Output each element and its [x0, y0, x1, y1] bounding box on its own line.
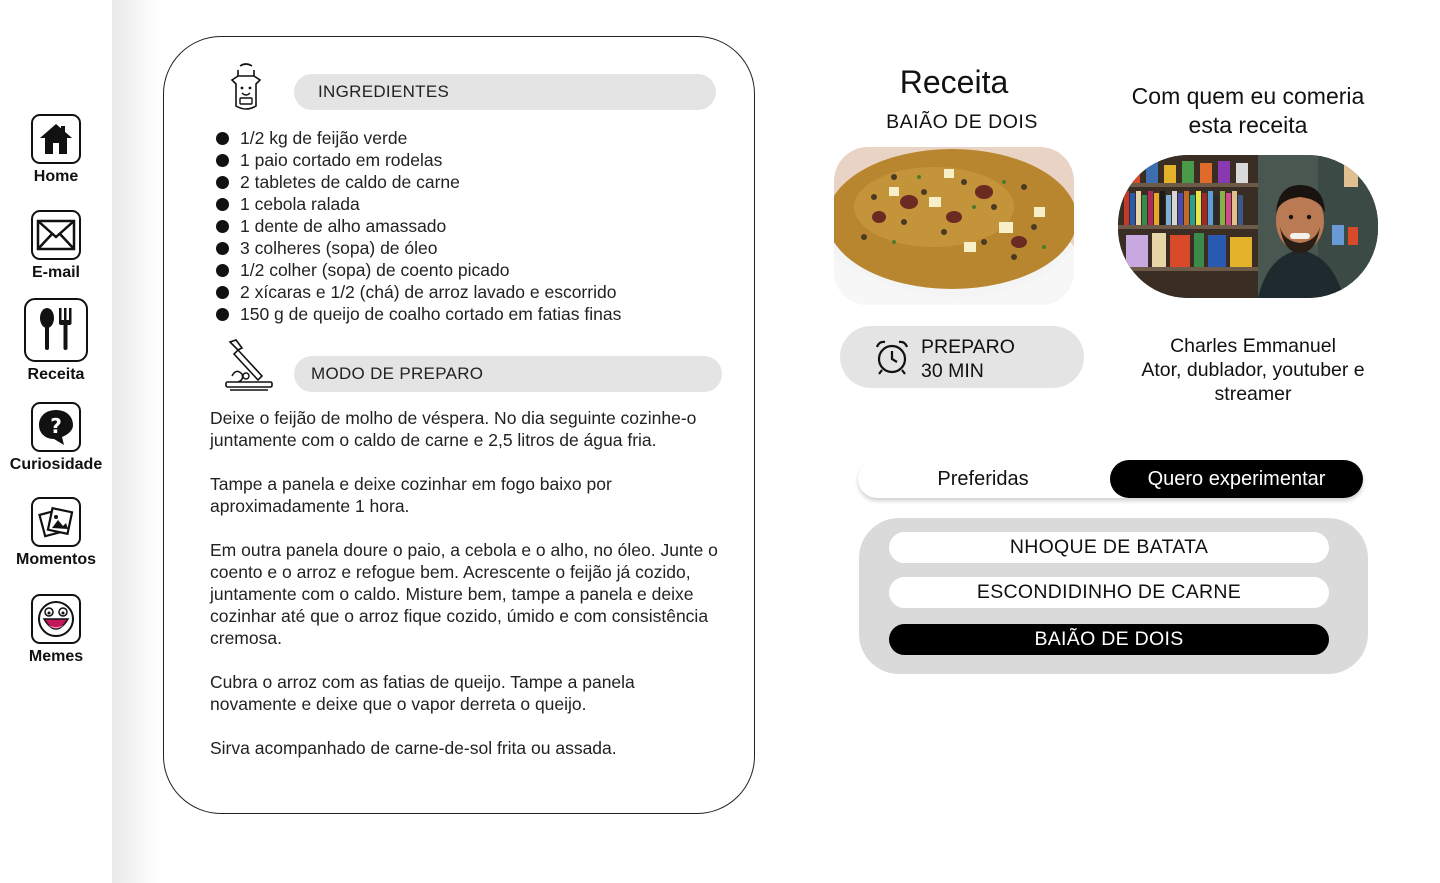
- knife-cutting-board-icon: [222, 338, 274, 397]
- recipe-title: Receita: [899, 64, 1009, 100]
- wishlist-item[interactable]: NHOQUE DE BATATA: [889, 532, 1329, 563]
- home-icon: [31, 114, 81, 164]
- nav-memes[interactable]: Memes: [0, 594, 112, 666]
- method-paragraph: Deixe o feijão de molho de véspera. No d…: [210, 408, 697, 450]
- method-header: MODO DE PREPARO: [294, 356, 722, 392]
- prep-time-text: PREPARO 30 MIN: [921, 335, 1015, 383]
- sidebar-shadow: [112, 0, 158, 883]
- nav-home-label: Home: [33, 168, 79, 185]
- ingredients-list: 1/2 kg de feijão verde 1 paio cortado em…: [216, 127, 621, 325]
- person-info: Charles Emmanuel Ator, dublador, youtube…: [1118, 334, 1388, 406]
- envelope-icon: [31, 210, 81, 260]
- nav-email-label: E-mail: [31, 264, 80, 281]
- list-item: 1 cebola ralada: [216, 193, 621, 215]
- person-name: Charles Emmanuel: [1170, 335, 1336, 357]
- food-image: [834, 147, 1074, 305]
- nav-memes-label: Memes: [28, 648, 84, 665]
- list-item: 1/2 kg de feijão verde: [216, 127, 621, 149]
- nav-curiosidade[interactable]: ? Curiosidade: [0, 402, 112, 474]
- list-item: 1 dente de alho amassado: [216, 215, 621, 237]
- nav-momentos-label: Momentos: [16, 551, 96, 568]
- recipe-name: BAIÃO DE DOIS: [886, 111, 1038, 133]
- sidebar: Home E-mail Receita ? Curiosidade Moment…: [0, 0, 112, 883]
- ingredients-header: INGREDIENTES: [294, 74, 716, 110]
- person-description: Ator, dublador, youtuber e streamer: [1141, 359, 1365, 405]
- tab-quero-experimentar[interactable]: Quero experimentar: [1110, 460, 1363, 498]
- method-text: Deixe o feijão de molho de véspera. No d…: [210, 407, 722, 781]
- nav-receita-label: Receita: [27, 366, 85, 383]
- method-paragraph: Cubra o arroz com as fatias de queijo. T…: [210, 672, 635, 714]
- photos-icon: [31, 497, 81, 547]
- prep-label: PREPARO: [921, 336, 1015, 358]
- svg-text:?: ?: [50, 414, 62, 438]
- alarm-clock-icon: [873, 338, 911, 381]
- list-item: 150 g de queijo de coalho cortado em fat…: [216, 303, 621, 325]
- chef-apron-icon: [222, 62, 270, 117]
- wishlist-item-selected[interactable]: BAIÃO DE DOIS: [889, 624, 1329, 655]
- nav-home[interactable]: Home: [0, 114, 112, 186]
- list-item: 2 xícaras e 1/2 (chá) de arroz lavado e …: [216, 281, 621, 303]
- method-paragraph: Em outra panela doure o paio, a cebola e…: [210, 540, 718, 648]
- list-item: 2 tabletes de caldo de carne: [216, 171, 621, 193]
- method-paragraph: Tampe a panela e deixe cozinhar em fogo …: [210, 474, 612, 516]
- prep-time: 30 MIN: [921, 360, 984, 382]
- list-item: 1/2 colher (sopa) de coento picado: [216, 259, 621, 281]
- nav-receita[interactable]: Receita: [0, 298, 112, 384]
- tabs: Preferidas Quero experimentar: [858, 460, 1363, 498]
- method-paragraph: Sirva acompanhado de carne-de-sol frita …: [210, 738, 617, 758]
- wishlist-item[interactable]: ESCONDIDINHO DE CARNE: [889, 577, 1329, 608]
- nav-momentos[interactable]: Momentos: [0, 497, 112, 569]
- smiley-face-icon: [31, 594, 81, 644]
- list-item: 1 paio cortado em rodelas: [216, 149, 621, 171]
- spoon-fork-icon: [24, 298, 88, 362]
- nav-curiosidade-label: Curiosidade: [9, 456, 103, 473]
- tab-preferidas[interactable]: Preferidas: [858, 460, 1108, 498]
- list-item: 3 colheres (sopa) de óleo: [216, 237, 621, 259]
- question-bubble-icon: ?: [31, 402, 81, 452]
- nav-email[interactable]: E-mail: [0, 210, 112, 282]
- person-photo: [1118, 155, 1378, 298]
- companion-title: Com quem eu comeria esta receita: [1131, 83, 1365, 138]
